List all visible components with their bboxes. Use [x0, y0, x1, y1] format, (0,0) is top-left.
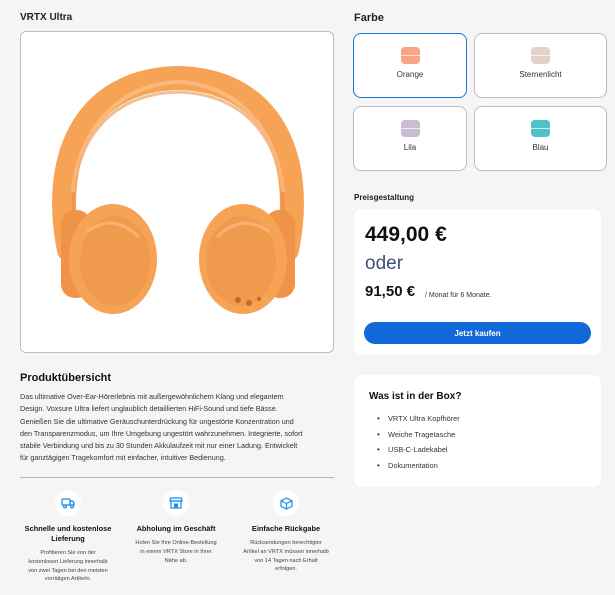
product-title: VRTX Ultra	[20, 12, 73, 23]
feature-delivery: Schnelle und kostenlose Lieferung Profit…	[20, 490, 116, 584]
color-label: Lila	[403, 143, 417, 152]
color-label: Orange	[396, 70, 424, 79]
color-option-sternenlicht[interactable]: Sternenlicht	[474, 33, 607, 98]
box-icon	[273, 490, 299, 516]
list-item: VRTX Ultra Kopfhörer	[377, 411, 460, 427]
feature-text: Rücksendungen berechtigter Artikel an VR…	[234, 539, 338, 574]
price: 449,00 €	[365, 223, 447, 246]
feature-pickup: Abholung im Geschäft Holen Sie Ihre Onli…	[126, 490, 226, 565]
pricing-card: 449,00 € oder 91,50 € / Monat für 6 Mona…	[354, 209, 601, 355]
feature-text-line: Artikel an VRTX müssen innerhalb	[243, 548, 329, 555]
box-contents-card: Was ist in der Box? VRTX Ultra Kopfhörer…	[354, 375, 601, 487]
overview-line: Das ultimative Over-Ear-Hörerlebnis mit …	[20, 392, 284, 401]
color-chip	[400, 120, 420, 137]
overview-title: Produktübersicht	[20, 372, 112, 384]
or-label: oder	[365, 253, 404, 274]
feature-title-line: Lieferung	[51, 534, 85, 543]
feature-title: Einfache Rückgabe	[234, 524, 338, 534]
feature-text-line: von zwei Tagen bei den meisten	[28, 567, 108, 574]
pricing-heading: Preisgestaltung	[354, 193, 415, 202]
overview-line: den Transparenzmodus, um Ihre Umgebung u…	[20, 428, 303, 438]
color-heading: Farbe	[354, 12, 384, 24]
list-item: USB-C-Ladekabel	[377, 442, 460, 458]
monthly-price: 91,50 €	[365, 283, 416, 300]
feature-text: Profitieren Sie von der kostenlosen Lief…	[20, 549, 116, 584]
overview-line: für ganztägigen Tragekomfort mit einfach…	[20, 453, 226, 463]
color-chip	[531, 120, 550, 137]
headphones-image	[52, 65, 304, 314]
color-label: Sternenlicht	[519, 70, 562, 79]
color-option-blau[interactable]: Blau	[474, 106, 607, 171]
color-option-lila[interactable]: Lila	[353, 106, 467, 171]
list-item: Weiche Tragetasche	[377, 427, 460, 443]
overview-line: Genießen Sie die ultimative Geräuschunte…	[20, 416, 294, 426]
feature-title: Schnelle und kostenlose Lieferung	[20, 524, 116, 544]
overview-divider	[20, 477, 334, 478]
feature-text-line: von 14 Tagen nach Erhalt	[254, 557, 318, 564]
feature-title-line: Abholung im Geschäft	[136, 524, 216, 533]
list-item: Dokumentation	[377, 458, 460, 474]
overview-text: Das ultimative Over-Ear-Hörerlebnis mit …	[20, 391, 338, 465]
feature-text-line: kostenlosen Lieferung innerhalb	[28, 558, 108, 565]
feature-text: Holen Sie Ihre Online-Bestellung in eine…	[126, 539, 226, 565]
color-label: Blau	[532, 143, 549, 152]
feature-text-line: Rücksendungen berechtigter	[250, 540, 322, 546]
feature-text-line: in einem VRTX Store in Ihrer	[140, 548, 212, 555]
product-image	[20, 31, 334, 353]
feature-returns: Einfache Rückgabe Rücksendungen berechti…	[234, 490, 338, 574]
box-title: Was ist in der Box?	[369, 391, 462, 402]
color-option-orange[interactable]: Orange	[353, 33, 467, 98]
monthly-note: / Monat für 6 Monate.	[425, 292, 492, 299]
feature-title-line: Einfache Rückgabe	[251, 524, 321, 533]
overview-line: Design. Voxsure Ultra liefert unglaublic…	[20, 404, 278, 414]
feature-text-line: erfolgen.	[275, 566, 297, 573]
overview-line: stabile Verbindung und bis zu 30 Stunden…	[20, 441, 298, 451]
feature-text-line: Nähe ab.	[164, 557, 188, 564]
truck-icon	[55, 490, 81, 516]
feature-text-line: vorrätigen Artikeln.	[44, 576, 92, 583]
feature-text-line: Holen Sie Ihre Online-Bestellung	[135, 540, 217, 546]
color-chip	[531, 47, 550, 64]
feature-title: Abholung im Geschäft	[126, 524, 226, 534]
color-chip	[400, 47, 420, 64]
store-icon	[163, 490, 189, 516]
box-list: VRTX Ultra Kopfhörer Weiche Tragetasche …	[377, 411, 460, 473]
buy-now-button[interactable]: Jetzt kaufen	[364, 322, 591, 344]
feature-title-line: Schnelle und kostenlose	[24, 524, 112, 533]
feature-text-line: Profitieren Sie von der	[40, 550, 96, 556]
